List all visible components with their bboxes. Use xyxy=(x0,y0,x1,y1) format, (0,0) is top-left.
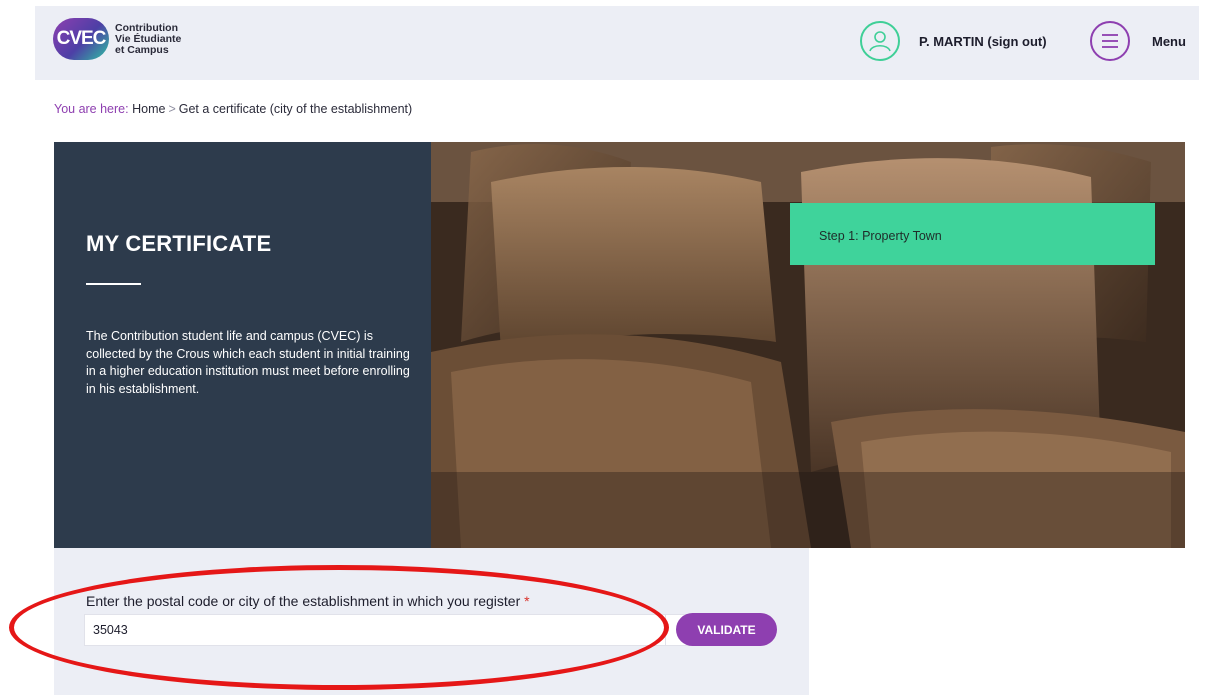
logo-line: Vie Étudiante xyxy=(115,32,182,45)
title-divider xyxy=(86,283,141,285)
breadcrumb-separator: > xyxy=(168,102,176,116)
step-indicator: Step 1: Property Town xyxy=(790,203,1155,265)
postal-code-label: Enter the postal code or city of the est… xyxy=(86,593,530,609)
logo-line: et Campus xyxy=(115,43,169,56)
cvec-logo[interactable]: CVEC Contribution Vie Étudiante et Campu… xyxy=(53,18,181,60)
postal-code-label-text: Enter the postal code or city of the est… xyxy=(86,593,521,609)
postal-code-form: Enter the postal code or city of the est… xyxy=(54,548,809,695)
logo-badge-text: CVEC xyxy=(56,28,107,49)
breadcrumb-current: Get a certificate (city of the establish… xyxy=(178,102,413,116)
breadcrumb-home-link[interactable]: Home xyxy=(132,102,165,116)
step-label: Step 1: Property Town xyxy=(819,229,942,243)
user-signout-link[interactable]: P. MARTIN (sign out) xyxy=(919,34,1047,49)
logo-line: Contribution xyxy=(115,21,178,34)
logo-text: Contribution Vie Étudiante et Campus xyxy=(115,21,182,56)
user-account-link[interactable]: P. MARTIN (sign out) xyxy=(860,21,1047,61)
hero-description: The Contribution student life and campus… xyxy=(86,329,410,396)
required-mark: * xyxy=(524,593,530,609)
postal-code-input[interactable] xyxy=(85,615,665,645)
breadcrumb: You are here: Home > Get a certificate (ci… xyxy=(54,102,412,116)
hero-info-panel: MY CERTIFICATE The Contribution student … xyxy=(54,142,431,548)
logo-badge: CVEC xyxy=(53,18,109,60)
validate-button[interactable]: VALIDATE xyxy=(676,613,777,646)
breadcrumb-prefix: You are here: xyxy=(54,102,129,116)
menu-toggle[interactable]: Menu xyxy=(1090,21,1186,61)
user-icon[interactable] xyxy=(860,21,900,61)
site-header: CVEC Contribution Vie Étudiante et Campu… xyxy=(35,6,1199,80)
menu-icon[interactable] xyxy=(1090,21,1130,61)
page-title: MY CERTIFICATE xyxy=(86,231,272,256)
menu-label[interactable]: Menu xyxy=(1152,34,1186,49)
postal-code-input-wrap[interactable] xyxy=(84,614,666,646)
